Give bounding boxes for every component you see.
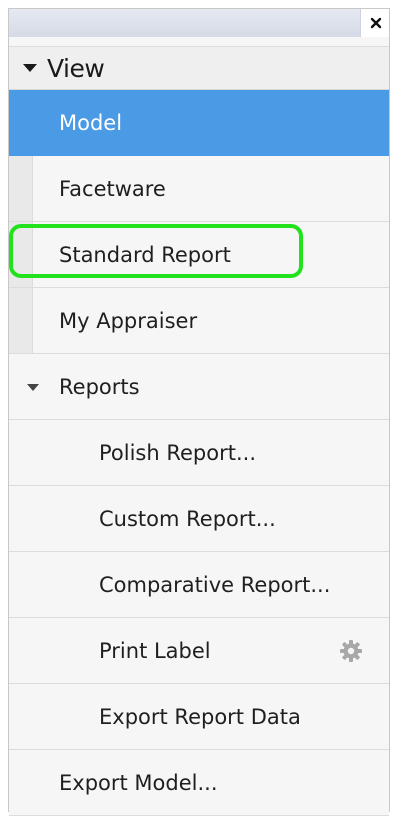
menu-item-export-report-data[interactable]: Export Report Data [9,684,389,750]
menu-item-model[interactable]: Model [9,90,389,156]
panel-titlebar [9,9,389,37]
menu-group-label: Reports [59,374,140,399]
menu-item-custom-report[interactable]: Custom Report... [9,486,389,552]
close-icon [370,17,382,29]
menu-item-label: Standard Report [59,242,231,267]
menu-item-facetware[interactable]: Facetware [9,156,389,222]
menu-item-polish-report[interactable]: Polish Report... [9,420,389,486]
row-gutter [9,288,33,353]
triangle-down-icon [23,64,37,72]
menu-group-reports[interactable]: Reports [9,354,389,420]
menu-item-comparative-report[interactable]: Comparative Report... [9,552,389,618]
close-button[interactable] [367,13,385,33]
menu-item-label: My Appraiser [59,308,198,333]
menu-item-label: Export Report Data [99,704,301,729]
menu-item-label: Custom Report... [99,506,276,531]
view-section-header[interactable]: View [9,46,389,90]
view-section-label: View [47,53,105,83]
row-gutter [9,156,33,221]
menu-item-label: Polish Report... [99,440,256,465]
menu-item-label: Export Model... [59,770,218,795]
menu-item-export-model[interactable]: Export Model... [9,750,389,816]
menu-item-label: Print Label [99,638,211,663]
gear-icon[interactable] [339,639,363,663]
menu-item-label: Facetware [59,176,166,201]
triangle-down-icon [27,384,39,391]
menu-item-print-label[interactable]: Print Label [9,618,389,684]
menu-item-my-appraiser[interactable]: My Appraiser [9,288,389,354]
menu-item-label: Model [59,110,123,135]
menu-item-standard-report[interactable]: Standard Report [9,222,389,288]
panel-drag-handle[interactable] [9,9,361,37]
menu-item-label: Comparative Report... [99,572,331,597]
row-gutter [9,222,33,287]
view-panel: View Model Facetware Standard Report My … [8,8,390,816]
